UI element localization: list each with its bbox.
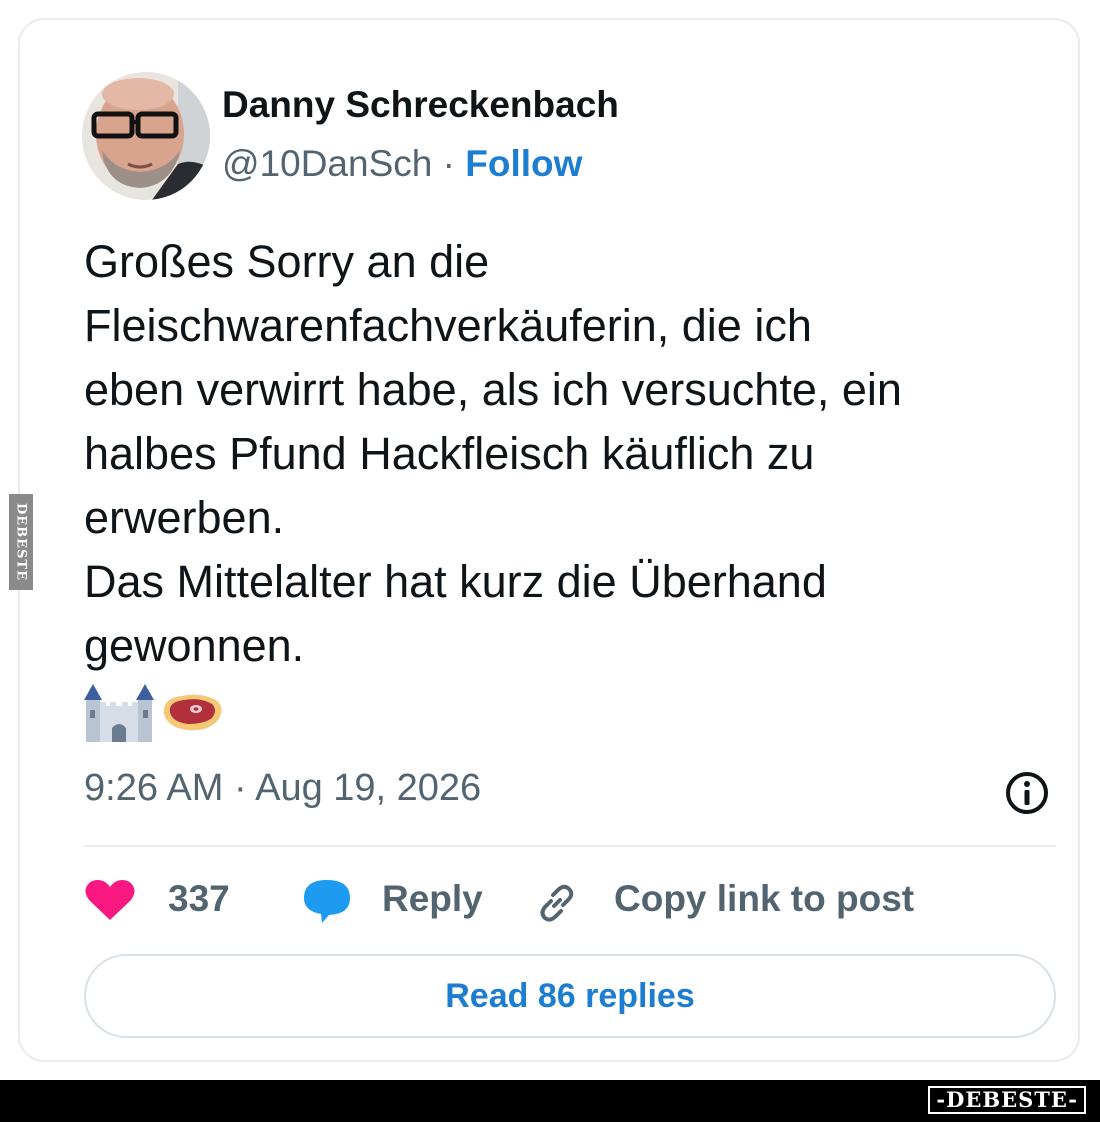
author-handle[interactable]: @10DanSch	[222, 143, 432, 184]
like-button[interactable]: 337	[84, 870, 244, 930]
tweet-text-line: eben verwirrt habe, als ich versuchte, e…	[84, 364, 902, 415]
follow-button[interactable]: Follow	[465, 143, 582, 184]
author-handle-row: @10DanSch · Follow	[222, 143, 582, 185]
tweet-text: Großes Sorry an die Fleischwarenfachverk…	[84, 230, 1074, 678]
tweet-text-line: erwerben.	[84, 492, 285, 543]
copy-link-button[interactable]: Copy link to post	[534, 870, 914, 930]
author-name[interactable]: Danny Schreckenbach	[222, 84, 619, 126]
watermark-side-text: DEBESTE	[13, 502, 29, 582]
tweet-text-line: Das Mittelalter hat kurz die Überhand	[84, 556, 827, 607]
tweet-text-line: Fleischwarenfachverkäuferin, die ich	[84, 300, 812, 351]
info-icon[interactable]	[1004, 770, 1050, 816]
tweet-text-line: halbes Pfund Hackfleisch käuflich zu	[84, 428, 815, 479]
read-replies-button[interactable]: Read 86 replies	[84, 954, 1056, 1038]
like-count: 337	[168, 878, 230, 919]
copy-link-label: Copy link to post	[614, 878, 915, 919]
tweet-text-line: gewonnen.	[84, 620, 305, 671]
meat-steak-icon	[160, 692, 224, 737]
tweet-text-line: Großes Sorry an die	[84, 236, 490, 287]
reply-label: Reply	[382, 878, 483, 919]
watermark-logo: -DEBESTE-	[928, 1086, 1086, 1114]
reply-bubble-icon	[302, 878, 352, 929]
reply-button[interactable]: Reply	[302, 870, 492, 930]
avatar[interactable]	[82, 72, 210, 200]
heart-icon	[84, 878, 136, 927]
watermark-side: DEBESTE	[9, 494, 33, 590]
divider	[84, 845, 1056, 847]
handle-separator: ·	[442, 143, 455, 184]
link-icon	[534, 880, 580, 931]
tweet-card: Danny Schreckenbach @10DanSch · Follow G…	[18, 18, 1080, 1062]
footer-bar: -DEBESTE-	[0, 1080, 1100, 1122]
post-timestamp[interactable]: 9:26 AM · Aug 19, 2026	[84, 767, 481, 810]
castle-icon	[84, 684, 154, 749]
